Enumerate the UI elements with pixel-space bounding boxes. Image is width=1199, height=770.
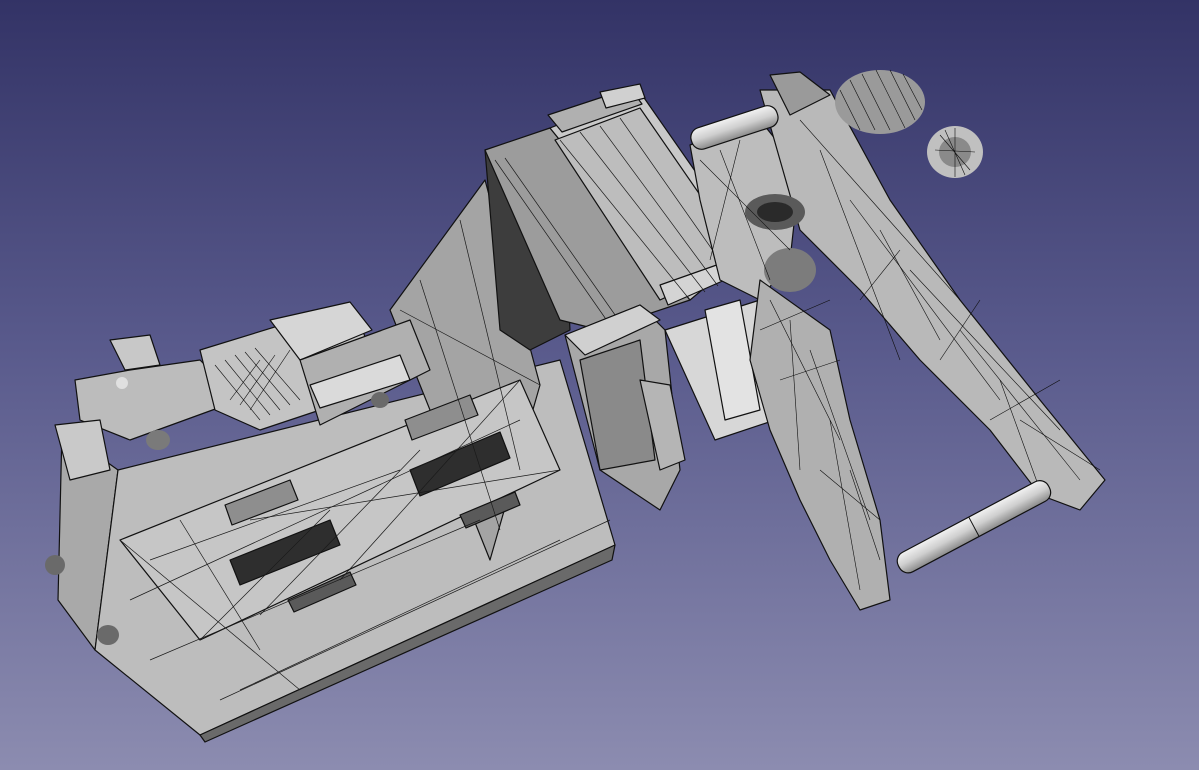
- claw-arm[interactable]: [689, 71, 1106, 611]
- 3d-viewport[interactable]: [0, 0, 1199, 770]
- model-scene[interactable]: [0, 0, 1199, 770]
- center-hinge[interactable]: [564, 299, 776, 511]
